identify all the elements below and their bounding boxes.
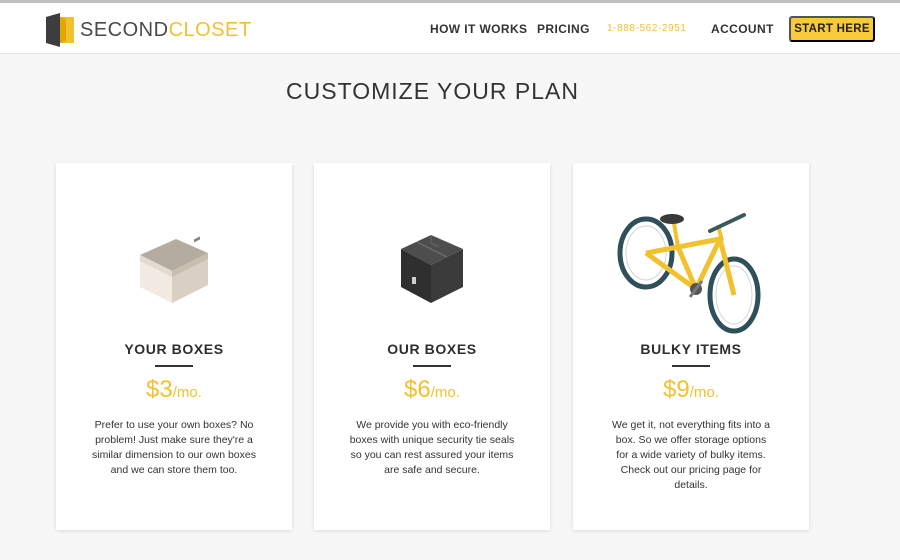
- logo-wordmark-closet: CLOSET: [168, 18, 252, 41]
- plan-card-bulky-items[interactable]: BULKY ITEMS $9/mo. We get it, not everyt…: [573, 163, 809, 530]
- plan-title: YOUR BOXES: [124, 341, 224, 357]
- cardboard-box-icon: [56, 233, 292, 305]
- logo-wordmark: SECONDCLOSET: [80, 19, 252, 42]
- plan-description: We provide you with eco-friendly boxes w…: [349, 419, 515, 476]
- price-unit: /mo.: [172, 384, 202, 401]
- price-unit: /mo.: [689, 384, 719, 401]
- logo-door-icon: [46, 13, 74, 47]
- start-here-button[interactable]: START HERE: [789, 16, 875, 42]
- site-header: SECONDCLOSET HOW IT WORKS PRICING 1-888-…: [0, 3, 900, 54]
- page-title: CUSTOMIZE YOUR PLAN: [286, 78, 579, 104]
- logo[interactable]: SECONDCLOSET: [46, 13, 252, 47]
- nav-pricing[interactable]: PRICING: [537, 3, 590, 54]
- plan-description: Prefer to use your own boxes? No problem…: [92, 419, 256, 476]
- plan-price: $9/mo.: [573, 376, 809, 404]
- title-divider: [672, 365, 710, 367]
- plan-description: We get it, not everything fits into a bo…: [612, 419, 770, 491]
- bicycle-icon: [573, 201, 809, 335]
- price-unit: /mo.: [430, 384, 460, 401]
- plan-price: $6/mo.: [314, 376, 550, 404]
- logo-wordmark-second: SECOND: [80, 18, 169, 41]
- nav-phone-number[interactable]: 1-888-562-2951: [607, 3, 687, 54]
- plan-title: BULKY ITEMS: [640, 341, 742, 357]
- price-amount: $9: [663, 376, 690, 403]
- nav-how-it-works[interactable]: HOW IT WORKS: [430, 3, 527, 54]
- price-amount: $6: [404, 376, 431, 403]
- price-amount: $3: [146, 376, 173, 403]
- plan-title: OUR BOXES: [387, 341, 477, 357]
- plan-card-your-boxes[interactable]: YOUR BOXES $3/mo. Prefer to use your own…: [56, 163, 292, 530]
- plan-card-our-boxes[interactable]: OUR BOXES $6/mo. We provide you with eco…: [314, 163, 550, 530]
- title-divider: [413, 365, 451, 367]
- title-divider: [155, 365, 193, 367]
- plan-price: $3/mo.: [56, 376, 292, 404]
- black-box-icon: [314, 231, 550, 305]
- nav-account[interactable]: ACCOUNT: [711, 3, 774, 54]
